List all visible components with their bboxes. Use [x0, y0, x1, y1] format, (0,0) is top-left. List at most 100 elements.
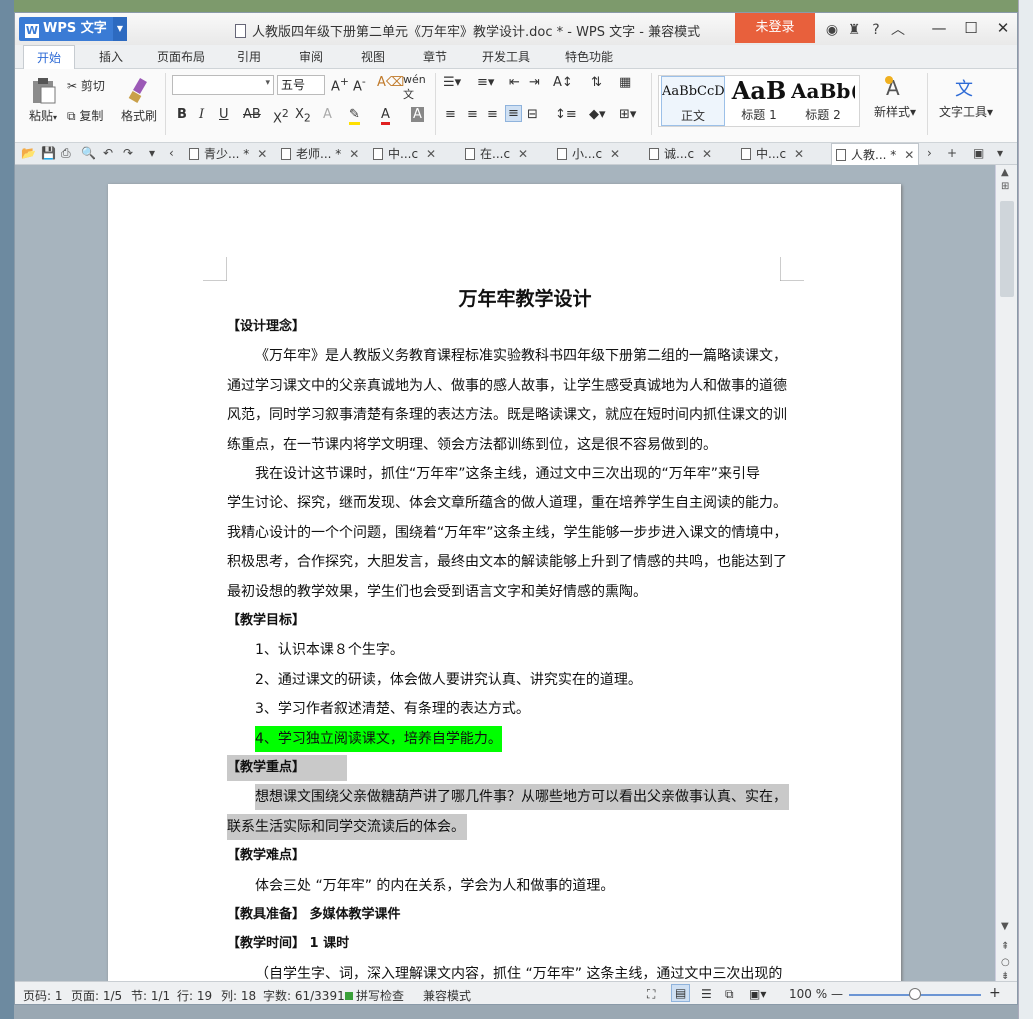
- minimize-button[interactable]: —: [923, 13, 955, 43]
- save-icon[interactable]: 💾: [41, 146, 56, 160]
- character-shading-icon[interactable]: A: [411, 107, 424, 122]
- clear-format-icon[interactable]: A⌫: [377, 75, 404, 90]
- text-direction-icon[interactable]: A↕: [553, 75, 573, 90]
- borders-icon[interactable]: ⊞▾: [619, 107, 636, 122]
- section-heading[interactable]: 【教学难点】: [227, 843, 305, 869]
- tab-list-icon[interactable]: ▣: [973, 146, 984, 160]
- font-name-select[interactable]: [172, 75, 274, 95]
- font-color-icon[interactable]: A: [381, 107, 390, 125]
- paragraph-line[interactable]: 体会三处 “万年牢” 的内在关系，学会为人和做事的道理。: [255, 873, 614, 899]
- close-icon[interactable]: ✕: [702, 147, 712, 161]
- paragraph-line[interactable]: 想想课文围绕父亲做糖葫芦讲了哪几件事？从哪些地方可以看出父亲做事认真、实在，: [255, 784, 789, 811]
- select-browse-object-icon[interactable]: ○: [1001, 957, 1010, 968]
- scrollbar-thumb[interactable]: [1000, 201, 1014, 297]
- sort-icon[interactable]: ⇅: [591, 75, 602, 90]
- close-icon[interactable]: ✕: [904, 148, 914, 162]
- skin-icon[interactable]: ◉: [821, 22, 843, 38]
- strikethrough-icon[interactable]: AB: [243, 107, 261, 122]
- tab-special-features[interactable]: 特色功能: [549, 45, 629, 69]
- highlight-color-icon[interactable]: ✎: [349, 107, 360, 125]
- vertical-scrollbar[interactable]: ▲ ⊞ ▼ ⇞ ○ ⇟: [995, 165, 1017, 982]
- paragraph-line[interactable]: 3、学习作者叙述清楚、有条理的表达方式。: [255, 696, 530, 722]
- wps-app-menu-button[interactable]: W WPS 文字 ▼: [19, 17, 127, 41]
- paste-button[interactable]: 粘贴▾: [23, 77, 63, 124]
- style-heading-2[interactable]: AaBb(标题 2: [791, 76, 855, 126]
- tab-home[interactable]: 开始: [23, 45, 75, 70]
- cut-button[interactable]: ✂ 剪切: [67, 77, 117, 94]
- close-icon[interactable]: ✕: [349, 147, 359, 161]
- paragraph-line[interactable]: 学生讨论、探究，继而发现、体会文章所蕴含的做人道理，重在培养学生自主阅读的能力。: [227, 490, 787, 516]
- tab-view[interactable]: 视图: [349, 45, 397, 69]
- shading-fill-icon[interactable]: ◆▾: [589, 107, 606, 122]
- reading-view-icon[interactable]: ▣▾: [749, 987, 766, 1001]
- shrink-font-icon[interactable]: A-: [353, 75, 366, 94]
- align-right-icon[interactable]: ≡: [487, 107, 498, 122]
- section-heading[interactable]: 【教具准备】 多媒体教学课件: [227, 902, 401, 928]
- doc-tab-7[interactable]: 中...c ✕: [741, 143, 804, 165]
- print-icon[interactable]: ⎙: [61, 146, 71, 161]
- doc-tab-3[interactable]: 中...c ✕: [373, 143, 436, 165]
- bullet-list-icon[interactable]: ☰▾: [443, 75, 461, 90]
- outline-view-icon[interactable]: ☰: [701, 987, 712, 1001]
- tab-scroll-left-icon[interactable]: ‹: [169, 146, 174, 160]
- paragraph-line[interactable]: 风范，同时学习叙事清楚有条理的表达方法。既是略读课文，就应在短时间内抓住课文的训: [227, 402, 787, 428]
- numbered-list-icon[interactable]: ≡▾: [477, 75, 494, 90]
- section-heading[interactable]: 【设计理念】: [227, 314, 305, 340]
- line-spacing-icon[interactable]: ↕≡: [555, 107, 577, 122]
- web-view-icon[interactable]: ⧉: [725, 987, 734, 1002]
- paragraph-line[interactable]: 通过学习课文中的父亲真诚地为人、做事的感人故事，让学生感受真诚地为人和做事的道德: [227, 373, 787, 399]
- paragraph-line[interactable]: 1、认识本课８个生字。: [255, 637, 404, 663]
- redo-icon[interactable]: ↷: [123, 146, 133, 160]
- doc-tab-active[interactable]: 人教... * ✕: [831, 143, 920, 165]
- text-effect-icon[interactable]: A: [323, 107, 332, 122]
- help-icon[interactable]: ?: [865, 22, 887, 38]
- section-heading[interactable]: 【教学目标】: [227, 608, 305, 634]
- spell-check-toggle[interactable]: 拼写检查: [345, 987, 404, 1004]
- scroll-up-icon[interactable]: ▲: [1001, 167, 1009, 178]
- format-painter-button[interactable]: 格式刷: [119, 77, 159, 124]
- paragraph-line[interactable]: 积极思考，合作探究，大胆发言，最终由文本的解读能够上升到了情感的共鸣，也能达到了: [227, 549, 787, 575]
- close-icon[interactable]: ✕: [257, 147, 267, 161]
- paragraph-line[interactable]: 《万年牢》是人教版义务教育课程标准实验教科书四年级下册第二组的一篇略读课文，: [255, 343, 787, 369]
- doc-tab-2[interactable]: 老师... * ✕: [281, 143, 359, 165]
- tab-references[interactable]: 引用: [225, 45, 273, 69]
- paragraph-line[interactable]: 我在设计这节课时，抓住“万年牢”这条主线，通过文中三次出现的“万年牢”来引导: [255, 461, 760, 487]
- doc-tab-4[interactable]: 在...c ✕: [465, 143, 528, 165]
- distribute-icon[interactable]: ⊟: [527, 107, 538, 122]
- new-tab-icon[interactable]: +: [947, 146, 957, 160]
- phonetic-guide-icon[interactable]: wén 文: [403, 73, 426, 102]
- view-toggle-icon[interactable]: ⊞: [1001, 181, 1009, 192]
- close-icon[interactable]: ✕: [426, 147, 436, 161]
- tab-review[interactable]: 审阅: [287, 45, 335, 69]
- close-icon[interactable]: ✕: [610, 147, 620, 161]
- paragraph-line[interactable]: 最初设想的教学效果，学生们也会受到语言文字和美好情感的熏陶。: [227, 579, 647, 605]
- subscript-icon[interactable]: X2: [295, 107, 311, 125]
- increase-indent-icon[interactable]: ⇥: [529, 75, 540, 90]
- style-heading-1[interactable]: AaB 标题 1: [727, 76, 791, 126]
- text-tools-button[interactable]: 文 文字工具▾: [933, 75, 999, 120]
- tab-insert[interactable]: 插入: [85, 45, 137, 69]
- full-screen-view-icon[interactable]: ⛶: [647, 987, 655, 1002]
- copy-button[interactable]: ⧉ 复制: [67, 107, 117, 124]
- doc-tab-1[interactable]: 青少... * ✕: [189, 143, 267, 165]
- login-button[interactable]: 未登录: [735, 13, 815, 43]
- bold-icon[interactable]: B: [177, 107, 187, 122]
- align-center-icon[interactable]: ≡: [467, 107, 478, 122]
- zoom-level[interactable]: 100 %: [789, 987, 827, 1001]
- zoom-out-icon[interactable]: —: [831, 987, 843, 1001]
- decrease-indent-icon[interactable]: ⇤: [509, 75, 520, 90]
- align-left-icon[interactable]: ≡: [445, 107, 456, 122]
- customize-toolbar-icon[interactable]: ▾: [149, 146, 155, 160]
- font-size-select[interactable]: 五号: [277, 75, 325, 95]
- justify-icon[interactable]: ≡: [505, 105, 522, 122]
- zoom-slider-knob[interactable]: [909, 988, 921, 1000]
- superscript-icon[interactable]: X2: [273, 107, 289, 126]
- open-icon[interactable]: 📂: [21, 146, 36, 160]
- shirt-icon[interactable]: ♜: [843, 22, 865, 38]
- tab-menu-icon[interactable]: ▾: [997, 146, 1003, 160]
- section-heading[interactable]: 【教学重点】: [227, 755, 347, 781]
- underline-icon[interactable]: U: [219, 107, 229, 122]
- status-word-count[interactable]: 字数: 61/3391: [263, 987, 345, 1004]
- paragraph-line[interactable]: 2、通过课文的研读，体会做人要讲究认真、讲究实在的道理。: [255, 667, 642, 693]
- zoom-in-icon[interactable]: +: [989, 985, 1001, 1001]
